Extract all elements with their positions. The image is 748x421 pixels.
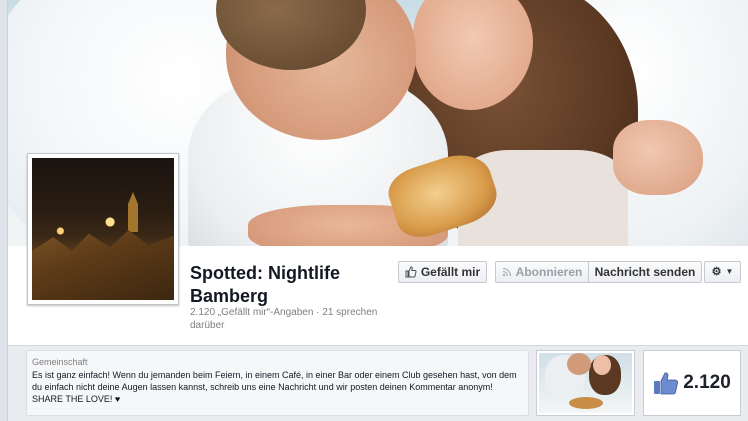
subscribe-button[interactable]: Abonnieren	[495, 261, 588, 283]
like-button-label: Gefällt mir	[420, 265, 481, 279]
about-box: Gemeinschaft Es ist ganz einfach! Wenn d…	[26, 350, 529, 416]
page-title: Spotted: Nightlife Bamberg	[190, 263, 340, 306]
thumb-toast	[569, 397, 603, 409]
settings-dropdown-button[interactable]: ⚙ ▼	[704, 261, 741, 283]
facebook-page: Spotted: Nightlife Bamberg 2.120 „Gefäll…	[0, 0, 748, 421]
church-tower	[128, 192, 138, 232]
thumbs-up-small-icon	[405, 266, 417, 278]
profile-picture[interactable]	[27, 153, 179, 305]
send-message-button[interactable]: Nachricht senden	[588, 261, 702, 283]
thumb-man-head	[567, 353, 591, 375]
about-heading: Gemeinschaft	[32, 357, 88, 367]
bottom-strip	[8, 416, 748, 421]
send-message-button-label: Nachricht senden	[594, 265, 696, 279]
about-text: Es ist ganz einfach! Wenn du jemanden be…	[32, 370, 517, 404]
chevron-down-icon: ▼	[725, 267, 734, 276]
cover-hand	[613, 120, 703, 195]
photos-thumbnail-image	[539, 353, 632, 413]
like-button[interactable]: Gefällt mir	[398, 261, 487, 283]
subscribe-button-label: Abonnieren	[515, 265, 583, 279]
profile-picture-image	[32, 158, 174, 300]
page-stats: 2.120 „Gefällt mir“-Angaben · 21 spreche…	[190, 307, 378, 331]
thumbs-up-icon	[654, 372, 679, 395]
left-edge	[0, 0, 8, 421]
gear-icon: ⚙	[711, 265, 722, 278]
rss-icon	[502, 267, 511, 277]
photos-thumbnail[interactable]	[536, 350, 635, 416]
likes-count: 2.120	[683, 372, 731, 393]
thumb-woman-face	[593, 355, 611, 375]
likes-box[interactable]: 2.120	[643, 350, 741, 416]
